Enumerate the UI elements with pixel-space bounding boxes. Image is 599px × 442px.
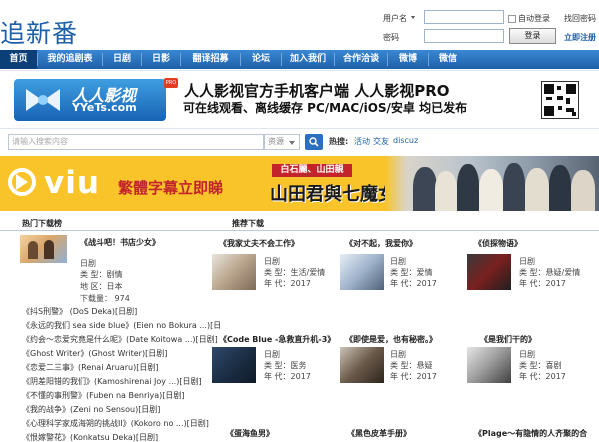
hot-search-label: 热搜: [329,137,349,146]
featured-category: 日剧 [80,259,96,268]
nav-jdrama[interactable]: 日剧 [103,50,141,69]
main-nav: 首页 我的追剧表 日剧 日影 翻译招募 论坛 加入我们 合作洽谈 微博 微信 [0,50,599,69]
list-item[interactable]: 《恨嫁警花》(Konkatsu Deka)[日剧] [22,432,158,442]
card-year: 年 代：2017 [390,372,437,381]
card-poster[interactable] [212,254,256,290]
password-label: 密码 [383,33,399,42]
card-type: 类 型：喜剧 [519,361,562,370]
card-year: 年 代：2017 [390,279,437,288]
viu-slogan: 繁體字幕立即睇 [118,179,224,197]
viu-cast-photo [385,156,599,211]
card-title[interactable]: 《是我们干的》 [480,334,536,345]
card-category: 日剧 [264,350,280,359]
featured-poster[interactable] [20,235,67,263]
pro-badge: PRO [164,78,178,88]
card-poster[interactable] [467,254,511,290]
card-year: 年 代：2017 [519,279,566,288]
nav-recruit[interactable]: 翻译招募 [181,50,240,69]
nav-wechat[interactable]: 微信 [429,50,467,69]
card-category: 日剧 [390,257,406,266]
yyets-mark-icon [26,89,60,111]
search-button[interactable] [305,134,323,150]
play-icon [16,174,28,190]
featured-downloads: 下载量： 974 [80,294,130,303]
list-item[interactable]: 《永远的我们 sea side blue》(Eien no Bokura ...… [22,320,221,331]
viu-cast: 白石麗、山田親 [272,164,352,177]
auto-login-checkbox[interactable]: 自动登录 [508,13,550,24]
card-title[interactable]: 《Plage～有隐情的人齐聚的合 [474,428,587,439]
card-year: 年 代：2017 [264,279,311,288]
auto-login-label: 自动登录 [518,14,550,23]
search-type-select[interactable]: 资源 [264,134,300,150]
card-category: 日剧 [519,350,535,359]
nav-forum[interactable]: 论坛 [241,50,281,69]
card-category: 日剧 [390,350,406,359]
list-item[interactable]: 《恋爱二三事》(Renai Aruaru)[日剧] [22,362,158,373]
card-poster[interactable] [212,347,256,383]
list-item[interactable]: 《心理科学家成海朔的挑战II》(Kokoro no ...)[日剧] [22,418,209,429]
search-type-value: 资源 [268,137,284,146]
username-label: 用户名 [383,14,407,23]
card-title[interactable]: 《即使是爱，也有秘密。》 [345,334,437,345]
card-title[interactable]: 《我家丈夫不会工作》 [219,238,299,249]
card-title[interactable]: 《黑色皮革手册》 [347,428,411,439]
list-item[interactable]: 《约会～恋爱究竟是什么呢》(Date Koitowa ...)[日剧] [22,334,218,345]
viu-show-title: 山田君與七魔女 [270,184,396,205]
card-poster[interactable] [467,347,511,383]
nav-home[interactable]: 首页 [0,50,37,69]
search-icon [309,137,319,147]
hot-link-discuz[interactable]: discuz [393,136,418,145]
password-input[interactable] [424,29,504,43]
nav-my-schedule[interactable]: 我的追剧表 [38,50,102,69]
featured-type: 类 型：剧情 [80,270,123,279]
register-link[interactable]: 立即注册 [564,32,596,43]
login-button[interactable]: 登录 [509,28,556,44]
card-year: 年 代：2017 [264,372,311,381]
card-title[interactable]: 《Code Blue -急救直升机-3》 [219,334,335,345]
card-category: 日剧 [264,257,280,266]
ad-headline: 人人影视官方手机客户端 人人影视PRO [184,82,450,100]
forgot-password-link[interactable]: 找回密码 [564,13,596,24]
yyets-logo: 人人影视 YYeTs.com [14,79,166,121]
list-item[interactable]: 《Ghost Writer》(Ghost Writer)[日剧] [22,348,167,359]
card-type: 类 型：悬疑/爱情 [519,268,581,277]
hot-link-activity[interactable]: 活动 [354,136,370,147]
search-input[interactable]: 请输入搜索内容 [8,134,264,150]
card-poster[interactable] [340,347,384,383]
yyets-logo-en: YYeTs.com [72,101,137,114]
caret-down-icon [411,16,415,19]
card-year: 年 代：2017 [519,372,566,381]
viu-ad-banner[interactable]: viu 繁體字幕立即睇 白石麗、山田親 山田君與七魔女 [0,156,599,211]
nav-join[interactable]: 加入我们 [282,50,334,69]
card-title[interactable]: 《对不起，我爱你》 [345,238,417,249]
recommended-heading: 推荐下载 [232,219,264,228]
featured-title[interactable]: 《战斗吧！书店少女》 [80,237,160,248]
nav-weibo[interactable]: 微博 [388,50,428,69]
list-item[interactable]: 《阴差阳错的我们》(Kamoshirenai Joy ...)[日剧] [22,376,202,387]
card-title[interactable]: 《侦探物语》 [474,238,522,249]
card-title[interactable]: 《蛋海鱼男》 [226,428,274,439]
section-divider [0,230,599,231]
nav-jmovie[interactable]: 日影 [142,50,180,69]
list-item[interactable]: 《不懂的事刑警》(Fuben na Benriya)[日剧] [22,390,184,401]
list-item[interactable]: 《抖S刑警》 (DoS Deka)[日剧] [22,306,137,317]
site-logo[interactable]: 追新番 [0,14,78,50]
username-input[interactable] [424,10,504,24]
checkbox-icon [508,14,516,23]
chevron-down-icon [289,141,295,145]
viu-brand: viu [44,165,100,201]
hot-link-social[interactable]: 交友 [373,136,389,147]
featured-region: 地 区：日本 [80,282,123,291]
card-poster[interactable] [340,254,384,290]
card-type: 类 型：悬疑 [390,361,433,370]
card-type: 类 型：爱情 [390,268,433,277]
ad-subline: 可在线观看、离线缓存 PC/MAC/iOS/安卓 均已发布 [183,101,468,115]
card-category: 日剧 [519,257,535,266]
hot-downloads-heading: 热门下载榜 [22,219,62,228]
list-item[interactable]: 《我的战争》(Zeni no Sensou)[日剧] [22,404,160,415]
qr-code-icon [541,81,579,119]
card-type: 类 型：生活/爱情 [264,268,326,277]
card-type: 类 型：医务 [264,361,307,370]
nav-cooperate[interactable]: 合作洽谈 [335,50,387,69]
